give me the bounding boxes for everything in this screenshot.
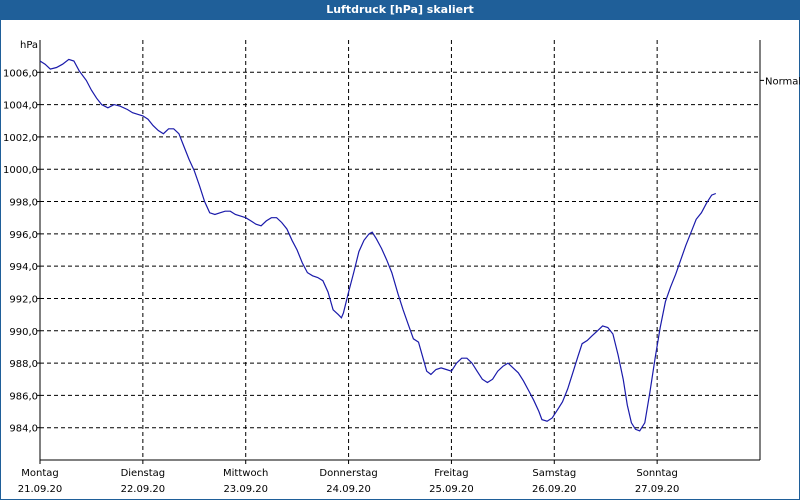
y-tick-label: 998,0	[9, 198, 38, 209]
x-tick-day-label: Montag	[21, 468, 58, 479]
y-tick-label: 1004,0	[3, 101, 38, 112]
y-tick-label: 1002,0	[3, 133, 38, 144]
y-tick-labels: 984,0 986,0 988,0 990,0 992,0 994,0 996,0 998,0…	[3, 68, 40, 435]
x-tick-day-label: Freitag	[434, 468, 468, 479]
x-tick-date-label: 26.09.20	[532, 484, 577, 495]
x-tick-date-label: 27.09.20	[635, 484, 680, 495]
x-tick-day-label: Donnerstag	[319, 468, 377, 479]
y-tick-label: 992,0	[9, 294, 38, 305]
reference-marker: Normal	[760, 76, 800, 87]
x-tick-labels: Montag 21.09.20 Dienstag 22.09.20 Mittwoch 23…	[18, 460, 680, 495]
x-tick-date-label: 25.09.20	[429, 484, 474, 495]
plot-area	[40, 40, 760, 460]
x-tick-day-label: Samstag	[532, 468, 576, 479]
y-tick-label: 990,0	[9, 327, 38, 338]
x-tick-date-label: 22.09.20	[121, 484, 166, 495]
y-tick-label: 996,0	[9, 230, 38, 241]
y-tick-label: 984,0	[9, 424, 38, 435]
y-tick-label: 988,0	[9, 359, 38, 370]
x-tick-date-label: 24.09.20	[326, 484, 371, 495]
x-tick-day-label: Sonntag	[636, 468, 678, 479]
x-tick-date-label: 23.09.20	[223, 484, 268, 495]
y-axis-unit-label: hPa	[20, 40, 38, 51]
y-tick-label: 986,0	[9, 391, 38, 402]
y-tick-label: 1000,0	[3, 165, 38, 176]
x-tick-day-label: Mittwoch	[223, 468, 268, 479]
y-tick-label: 1006,0	[3, 68, 38, 79]
y-tick-label: 994,0	[9, 262, 38, 273]
line-chart: hPa 984,0986,0988,0990,0992,0994,0996,09…	[3, 40, 800, 495]
reference-label: Normal	[765, 76, 800, 87]
x-tick-day-label: Dienstag	[121, 468, 166, 479]
x-tick-date-label: 21.09.20	[18, 484, 63, 495]
